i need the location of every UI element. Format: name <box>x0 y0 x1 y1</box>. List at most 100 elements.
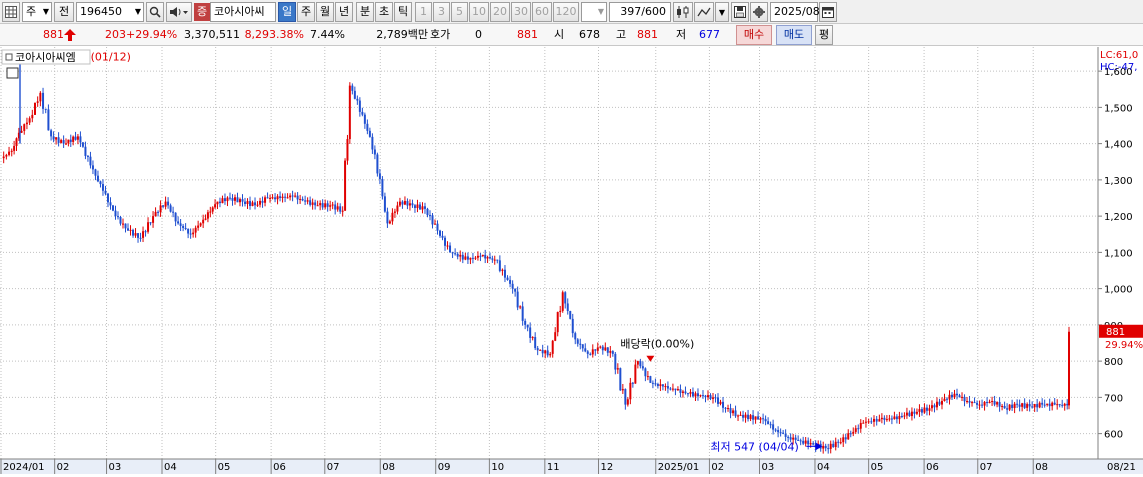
candle-body <box>276 196 279 200</box>
drawing-tool-icon[interactable] <box>694 2 714 22</box>
search-icon[interactable] <box>146 2 164 22</box>
save-icon[interactable] <box>731 2 749 22</box>
candle-body <box>187 228 190 234</box>
candle-body <box>249 201 252 206</box>
stock-name-field[interactable]: 코아시아씨 <box>210 2 276 22</box>
candle-body <box>1066 403 1069 406</box>
candle-body <box>486 257 489 259</box>
candle-body <box>294 195 297 197</box>
period-day-button[interactable]: 일 <box>278 2 296 22</box>
candle-body <box>301 198 304 201</box>
candle-body <box>2 156 5 159</box>
candle-body <box>864 421 867 423</box>
lc-label: LC:61,0 <box>1100 50 1138 61</box>
candle-body <box>599 346 602 348</box>
candle-body <box>204 218 207 220</box>
calendar-icon[interactable] <box>819 2 837 22</box>
candle-body <box>439 230 442 236</box>
candle-body <box>119 216 122 224</box>
candle-body <box>111 205 114 211</box>
stock-code-input[interactable]: 196450 ▼ <box>76 2 144 22</box>
candle-body <box>759 418 762 420</box>
count-field[interactable]: 397/600 <box>609 2 671 22</box>
candle-body <box>106 193 109 203</box>
candle-body <box>554 332 557 341</box>
candle-body <box>329 205 332 207</box>
candle-body <box>81 142 84 147</box>
candle-body <box>787 436 790 438</box>
x-tick-label: 08 <box>382 462 395 473</box>
period-week-button[interactable]: 주 <box>297 2 315 22</box>
price-chart[interactable]: 6007008009001,0001,1001,2001,3001,4001,5… <box>0 47 1143 474</box>
period-year-button[interactable]: 년 <box>335 2 353 22</box>
candle-body <box>734 410 737 417</box>
period-month-button[interactable]: 월 <box>316 2 334 22</box>
candle-body <box>978 404 981 406</box>
interval-30-button[interactable]: 30 <box>511 2 531 22</box>
market-select[interactable]: 주 ▼ <box>22 2 52 22</box>
interval-1-button[interactable]: 1 <box>415 2 432 22</box>
candle-body <box>386 211 389 224</box>
candle-body <box>149 222 152 224</box>
candle-body <box>324 203 327 208</box>
candle-body <box>679 389 682 393</box>
candle-body <box>524 320 527 325</box>
candle-body <box>983 401 986 406</box>
buy-button[interactable]: 매수 <box>736 25 772 45</box>
candle-body <box>870 421 873 423</box>
candle-body <box>114 210 117 217</box>
candle-body <box>28 118 31 123</box>
gear-icon[interactable] <box>750 2 768 22</box>
sound-icon[interactable] <box>166 2 192 22</box>
period-second-button[interactable]: 초 <box>375 2 393 22</box>
candle-body <box>940 401 943 405</box>
evaluation-button[interactable]: 평 <box>815 25 833 45</box>
candle-body <box>42 92 45 109</box>
interval-dropdown[interactable]: ▼ <box>581 2 607 22</box>
candle-body <box>132 229 135 236</box>
grid-menu-icon[interactable] <box>2 2 20 22</box>
candle-body <box>631 382 634 384</box>
candle-body <box>951 394 954 398</box>
sell-button[interactable]: 매도 <box>776 25 812 45</box>
x-tick-label: 2025/01 <box>658 462 700 473</box>
candle-body <box>184 227 187 229</box>
candle-body <box>122 223 125 225</box>
date-field[interactable]: 2025/08/21 <box>770 2 837 22</box>
period-minute-button[interactable]: 분 <box>356 2 374 22</box>
hc-label: HC:-47, <box>1100 62 1137 73</box>
candle-body <box>334 204 337 210</box>
candle-body <box>391 212 394 222</box>
candlestick-chart[interactable]: 6007008009001,0001,1001,2001,3001,4001,5… <box>0 47 1143 474</box>
interval-20-button[interactable]: 20 <box>490 2 510 22</box>
candle-body <box>373 149 376 155</box>
candle-body <box>284 196 287 198</box>
candle-body <box>839 442 842 444</box>
period-tick-button[interactable]: 틱 <box>394 2 412 22</box>
interval-3-button[interactable]: 3 <box>433 2 450 22</box>
candle-body <box>531 337 534 339</box>
interval-10-button[interactable]: 10 <box>469 2 489 22</box>
period-prefix-button[interactable]: 전 <box>54 2 74 22</box>
candle-body <box>316 205 319 207</box>
candle-body <box>549 353 552 356</box>
x-tick-label: 07 <box>327 462 340 473</box>
candle-body <box>943 398 946 401</box>
candle-body <box>172 211 175 213</box>
candle-body <box>466 256 469 260</box>
candle-body <box>481 254 484 256</box>
chevron-down-icon[interactable]: ▼ <box>715 2 729 22</box>
candle-type-icon[interactable] <box>673 2 693 22</box>
interval-120-button[interactable]: 120 <box>553 2 579 22</box>
candle-body <box>807 440 810 445</box>
candle-body <box>842 437 845 443</box>
candle-body <box>890 418 893 420</box>
candle-body <box>1033 404 1036 408</box>
candle-body <box>57 137 60 143</box>
candle-body <box>1008 404 1011 410</box>
interval-5-button[interactable]: 5 <box>451 2 468 22</box>
candle-body <box>546 350 549 356</box>
interval-60-button[interactable]: 60 <box>532 2 552 22</box>
candle-body <box>514 288 517 292</box>
change-value: 203 <box>105 28 126 41</box>
